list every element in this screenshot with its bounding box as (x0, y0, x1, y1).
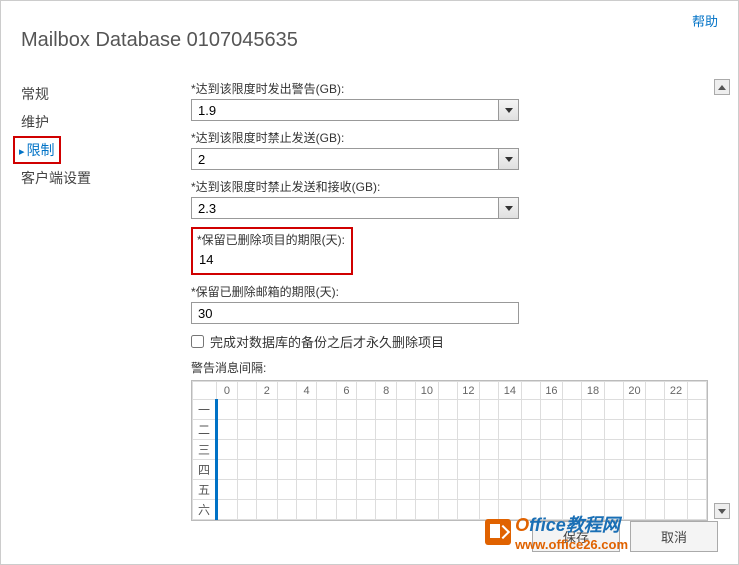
prohibit-sr-dropdown-icon[interactable] (499, 197, 519, 219)
scrollbar[interactable] (714, 79, 730, 519)
perm-delete-label: 完成对数据库的备份之后才永久删除项目 (210, 332, 444, 351)
prohibit-send-label: *达到该限度时禁止发送(GB): (191, 129, 708, 146)
help-link[interactable]: 帮助 (692, 11, 718, 30)
keep-deleted-items-label: *保留已删除项目的期限(天): (197, 231, 347, 248)
warn-label: *达到该限度时发出警告(GB): (191, 80, 708, 97)
main-panel: *达到该限度时发出警告(GB): *达到该限度时禁止发送(GB): *达到该限度… (191, 80, 738, 524)
sidebar-item-general[interactable]: 常规 (21, 80, 191, 108)
warn-dropdown-icon[interactable] (499, 99, 519, 121)
sidebar: 常规 维护 限制 客户端设置 (1, 80, 191, 524)
keep-deleted-mailbox-input[interactable] (191, 302, 519, 324)
schedule-label: 警告消息间隔: (191, 359, 708, 376)
warn-input[interactable] (191, 99, 499, 121)
prohibit-send-input[interactable] (191, 148, 499, 170)
keep-deleted-items-input[interactable] (197, 248, 347, 271)
page-title: Mailbox Database 0107045635 (1, 1, 738, 52)
sidebar-item-client-settings[interactable]: 客户端设置 (21, 164, 191, 192)
cancel-button[interactable]: 取消 (630, 521, 718, 552)
prohibit-sr-label: *达到该限度时禁止发送和接收(GB): (191, 178, 708, 195)
perm-delete-checkbox[interactable] (191, 335, 204, 348)
sidebar-item-maintenance[interactable]: 维护 (21, 108, 191, 136)
save-button[interactable]: 保存 (532, 521, 620, 552)
sidebar-item-limits[interactable]: 限制 (13, 136, 61, 164)
highlight-box: *保留已删除项目的期限(天): (191, 227, 353, 275)
prohibit-sr-input[interactable] (191, 197, 499, 219)
prohibit-send-dropdown-icon[interactable] (499, 148, 519, 170)
schedule-grid[interactable]: 0246810121416182022一二三四五六 (191, 380, 708, 521)
scroll-down-icon[interactable] (714, 503, 730, 519)
scroll-up-icon[interactable] (714, 79, 730, 95)
keep-deleted-mailbox-label: *保留已删除邮箱的期限(天): (191, 283, 708, 300)
